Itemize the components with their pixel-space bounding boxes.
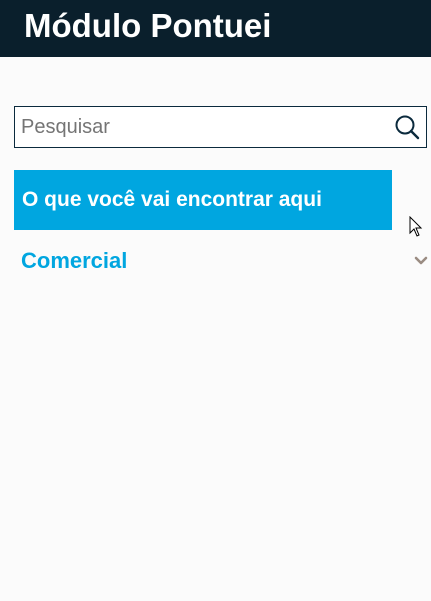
chevron-down-icon[interactable] <box>414 253 428 265</box>
accordion-item-label: Comercial <box>21 248 128 273</box>
section-banner-label: O que você vai encontrar aqui <box>22 188 322 211</box>
section-banner: O que você vai encontrar aqui <box>14 170 392 230</box>
accordion-item-comercial[interactable]: Comercial <box>14 240 431 284</box>
mouse-cursor-icon <box>409 215 423 238</box>
search-box <box>14 106 427 148</box>
search-icon[interactable] <box>394 114 420 140</box>
page-title: Módulo Pontuei <box>24 7 272 44</box>
app-header: Módulo Pontuei <box>0 0 431 57</box>
search-input[interactable] <box>21 107 391 147</box>
